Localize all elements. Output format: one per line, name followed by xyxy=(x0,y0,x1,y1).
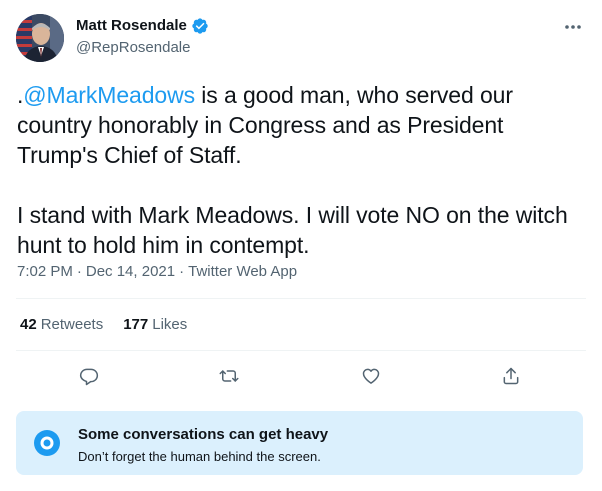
conversation-notice: Some conversations can get heavy Don’t f… xyxy=(16,411,583,475)
retweets-label: Retweets xyxy=(40,316,104,333)
divider xyxy=(16,298,586,299)
retweets-count: 42 xyxy=(20,316,37,333)
tweet-card: Matt Rosendale @RepRosendale .@MarkMeado… xyxy=(0,0,602,491)
share-icon[interactable] xyxy=(498,363,524,389)
tweet-actions xyxy=(0,363,602,389)
likes-stat[interactable]: 177 Likes xyxy=(123,315,187,335)
like-icon[interactable] xyxy=(358,363,384,389)
notice-title: Some conversations can get heavy xyxy=(78,426,329,443)
author-name[interactable]: Matt Rosendale xyxy=(76,16,187,36)
divider xyxy=(16,350,586,351)
avatar-image xyxy=(16,14,64,62)
tweet-time[interactable]: 7:02 PM xyxy=(17,262,73,282)
avatar[interactable] xyxy=(16,14,64,62)
reply-icon[interactable] xyxy=(76,363,102,389)
retweet-icon[interactable] xyxy=(216,363,242,389)
meta-separator: · xyxy=(76,263,82,280)
notice-eye-icon xyxy=(34,430,60,456)
tweet-stats: 42 Retweets 177 Likes xyxy=(20,315,187,335)
tweet-source[interactable]: Twitter Web App xyxy=(188,262,297,282)
mention-link[interactable]: @MarkMeadows xyxy=(23,82,195,108)
more-options-icon[interactable] xyxy=(562,18,584,36)
meta-separator: · xyxy=(179,263,185,280)
tweet-text: .@MarkMeadows is a good man, who served … xyxy=(17,80,587,260)
likes-label: Likes xyxy=(152,316,188,333)
tweet-paragraph-1: .@MarkMeadows is a good man, who served … xyxy=(17,80,587,170)
author-handle[interactable]: @RepRosendale xyxy=(76,38,190,58)
retweets-stat[interactable]: 42 Retweets xyxy=(20,315,103,335)
tweet-paragraph-2: I stand with Mark Meadows. I will vote N… xyxy=(17,202,568,258)
likes-count: 177 xyxy=(123,316,149,333)
tweet-meta: 7:02 PM · Dec 14, 2021 · Twitter Web App xyxy=(17,262,297,282)
author-name-row: Matt Rosendale xyxy=(76,16,209,36)
verified-badge-icon xyxy=(191,17,209,35)
tweet-date[interactable]: Dec 14, 2021 xyxy=(86,262,175,282)
notice-subtitle: Don’t forget the human behind the screen… xyxy=(78,449,321,464)
